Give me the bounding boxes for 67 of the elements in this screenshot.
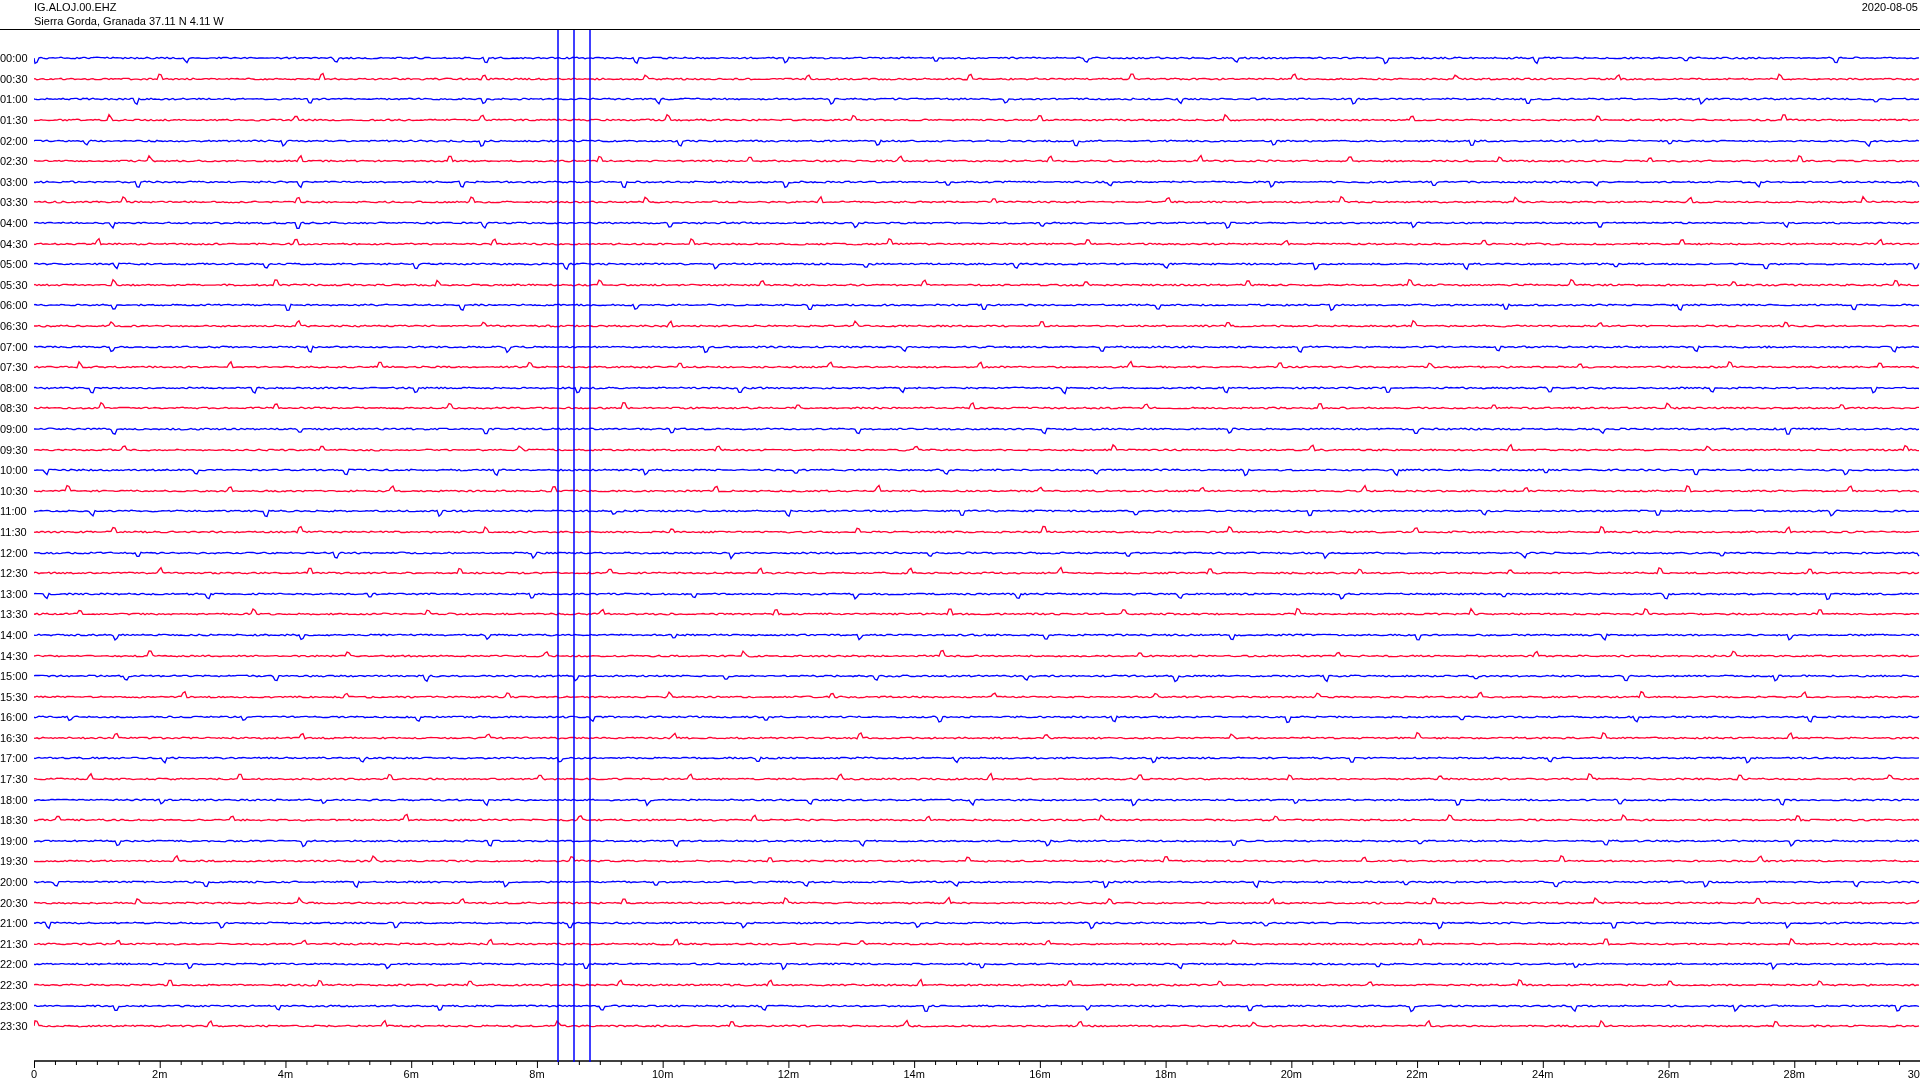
axis-tick-label: 20m [1280,1067,1303,1080]
time-label: 20:30 [0,896,29,909]
time-label: 10:30 [0,484,29,497]
time-label: 07:00 [0,340,29,353]
time-label: 04:00 [0,217,29,230]
time-label: 19:30 [0,855,29,868]
time-label: 23:00 [0,999,29,1012]
time-label: 06:30 [0,320,29,332]
time-label: 11:30 [0,525,28,538]
axis-tick-label: 12m [777,1067,800,1080]
plot-date: 2020-08-05 [1861,0,1918,15]
time-label: 00:30 [0,72,29,85]
time-label: 13:00 [0,587,29,600]
time-label: 16:00 [0,711,29,724]
time-label: 15:30 [0,690,29,703]
axis-tick-label: 6m [403,1067,419,1080]
time-label: 10:00 [0,464,29,477]
time-label: 17:30 [0,773,29,786]
time-label: 20:00 [0,876,29,889]
time-label: 03:30 [0,196,29,209]
station-code: IG.ALOJ.00.EHZ [34,0,118,14]
time-label: 22:30 [0,979,29,991]
time-label: 00:00 [0,52,29,65]
time-label: 14:30 [0,649,29,662]
time-label: 08:30 [0,402,29,415]
axis-tick-label: 22m [1406,1067,1428,1080]
axis-tick-label: 26m [1657,1067,1680,1080]
axis-tick-label: 2m [152,1067,168,1080]
axis-tick-label: 8m [529,1067,545,1080]
time-label: 21:30 [0,937,29,950]
time-label: 16:30 [0,731,29,744]
time-label: 06:00 [0,299,29,312]
axis-tick-label: 16m [1029,1067,1051,1080]
time-label: 17:00 [0,752,29,765]
time-label: 09:00 [0,423,29,435]
time-label: 01:00 [0,93,29,106]
time-label: 19:00 [0,834,29,847]
time-label: 21:00 [0,917,29,930]
time-label: 05:30 [0,278,29,291]
time-label: 22:00 [0,958,29,971]
time-label: 02:00 [0,134,29,147]
time-label: 12:00 [0,546,29,559]
time-label: 02:30 [0,155,29,168]
time-label: 11:00 [0,505,28,518]
time-label: 14:00 [0,628,29,641]
time-label: 05:00 [0,258,29,271]
axis-tick-label: 10m [651,1067,674,1080]
time-label: 18:30 [0,814,29,827]
axis-tick-label: 30 [1907,1067,1920,1080]
station-location: Sierra Gorda, Granada 37.11 N 4.11 W [34,14,224,28]
time-label: 23:30 [0,1020,29,1033]
time-label: 04:30 [0,237,29,250]
time-label: 18:00 [0,793,29,806]
time-label: 13:30 [0,608,29,621]
axis-tick-label: 28m [1783,1067,1805,1080]
axis-tick-label: 0 [30,1067,38,1080]
time-label: 12:30 [0,567,29,580]
time-label: 09:30 [0,443,29,456]
axis-tick-label: 4m [277,1067,294,1080]
axis-tick-label: 24m [1532,1067,1554,1080]
time-label: 03:00 [0,175,29,188]
time-label: 15:00 [0,670,29,683]
axis-tick-label: 14m [903,1067,925,1080]
time-label: 08:00 [0,381,29,394]
time-label: 07:30 [0,361,29,374]
axis-tick-label: 18m [1154,1067,1177,1080]
time-label: 01:30 [0,114,29,127]
